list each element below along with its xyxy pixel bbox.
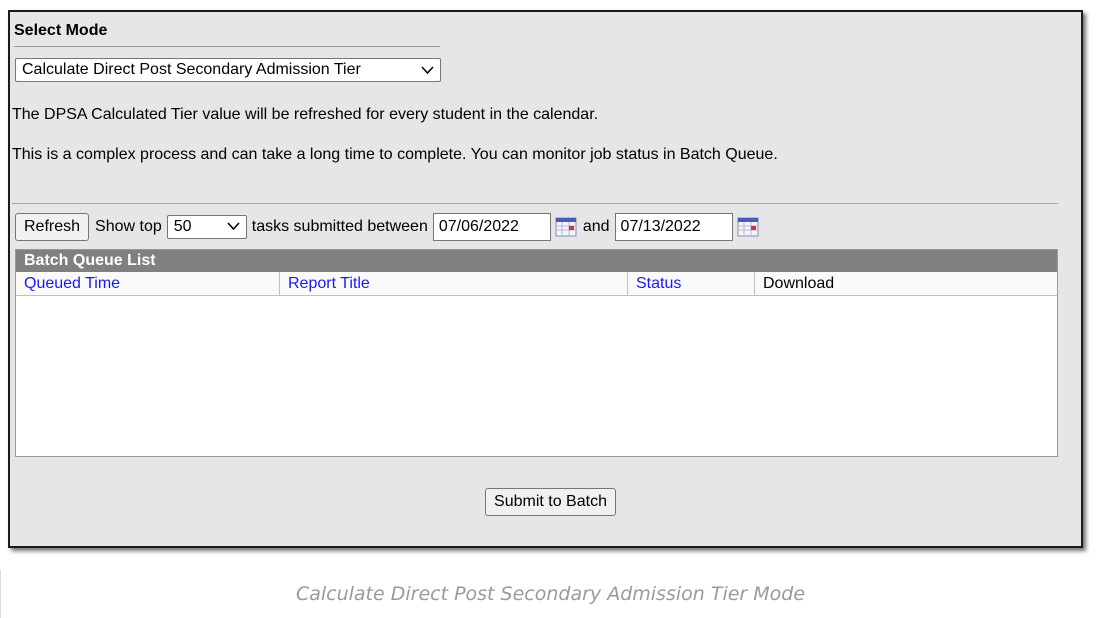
submit-area: Submit to Batch [0, 488, 1101, 516]
column-header-download: Download [763, 275, 835, 292]
and-label: and [582, 218, 610, 235]
end-date-value: 07/13/2022 [620, 218, 701, 235]
calendar-icon[interactable] [737, 217, 759, 237]
refresh-note-text: The DPSA Calculated Tier value will be r… [12, 106, 599, 123]
start-date-value: 07/06/2022 [438, 218, 519, 235]
chevron-down-icon [421, 63, 434, 78]
column-header-report-title[interactable]: Report Title [280, 272, 628, 295]
calendar-icon[interactable] [555, 217, 577, 237]
top-count-select[interactable]: 50 [166, 215, 247, 239]
select-mode-header: Select Mode [14, 22, 440, 47]
refresh-button[interactable]: Refresh [15, 213, 90, 241]
batch-toolbar: Refresh Show top 50 tasks submitted betw… [15, 212, 765, 242]
mode-select[interactable]: Calculate Direct Post Secondary Admissio… [15, 58, 441, 82]
column-header-status[interactable]: Status [628, 272, 755, 295]
start-date-input[interactable]: 07/06/2022 [432, 213, 551, 241]
batch-queue-header-row: Queued Time Report Title Status Download [16, 272, 1057, 296]
column-header-queued-time[interactable]: Queued Time [16, 272, 280, 295]
end-date-input[interactable]: 07/13/2022 [614, 213, 733, 241]
chevron-down-icon [227, 218, 240, 236]
process-note-text: This is a complex process and can take a… [12, 146, 778, 163]
top-count-value: 50 [173, 218, 192, 235]
batch-queue-list: Batch Queue List Queued Time Report Titl… [15, 249, 1058, 457]
submit-to-batch-button[interactable]: Submit to Batch [485, 488, 616, 516]
mode-select-value: Calculate Direct Post Secondary Admissio… [22, 61, 361, 78]
figure-caption: Calculate Direct Post Secondary Admissio… [295, 583, 806, 605]
between-label: tasks submitted between [251, 218, 428, 235]
section-divider [12, 203, 1058, 204]
show-top-label: Show top [95, 218, 162, 235]
batch-queue-title: Batch Queue List [16, 250, 1057, 272]
